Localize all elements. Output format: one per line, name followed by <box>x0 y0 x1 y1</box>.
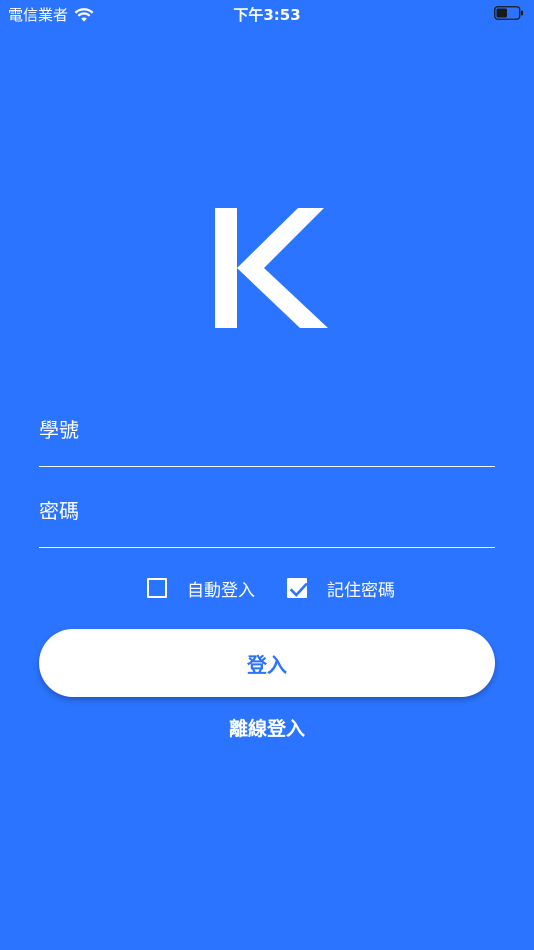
auto-login-checkbox[interactable] <box>147 578 167 598</box>
status-time: 下午3:53 <box>233 6 301 24</box>
remember-password-checkbox[interactable] <box>287 578 308 598</box>
remember-password-label: 記住密碼 <box>327 580 395 601</box>
battery-icon <box>494 6 523 20</box>
password-field[interactable]: 密碼 <box>39 487 495 548</box>
status-bar: 電信業者 下午3:53 <box>0 0 534 28</box>
app-logo-icon <box>215 208 328 328</box>
student-id-field[interactable]: 學號 <box>39 406 495 467</box>
auto-login-option[interactable]: 自動登入 <box>147 575 255 601</box>
auto-login-label: 自動登入 <box>187 580 255 601</box>
login-button[interactable]: 登入 <box>39 629 495 697</box>
login-options: 自動登入 記住密碼 <box>0 575 534 603</box>
checkmark-icon <box>290 582 308 597</box>
password-input[interactable] <box>39 487 495 547</box>
offline-login-link[interactable]: 離線登入 <box>0 714 534 741</box>
student-id-input[interactable] <box>39 406 495 466</box>
remember-password-option[interactable]: 記住密碼 <box>287 575 395 601</box>
